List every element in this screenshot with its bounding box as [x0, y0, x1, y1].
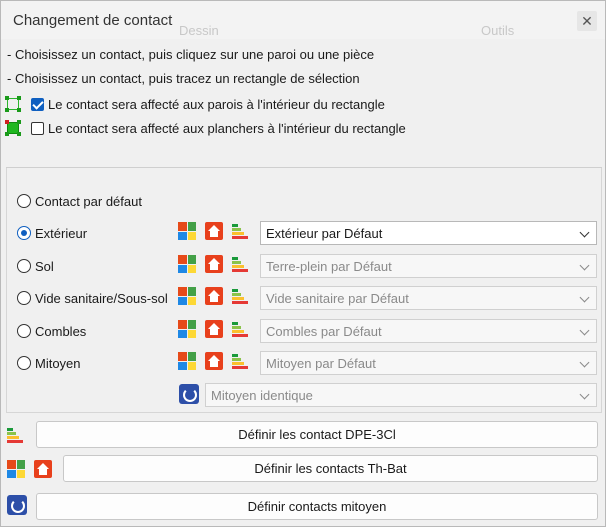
- radio-label: Sol: [35, 258, 54, 274]
- radio-button[interactable]: [17, 194, 31, 208]
- radio-contact-sol[interactable]: Sol: [17, 256, 54, 276]
- select-value: Mitoyen identique: [211, 387, 313, 403]
- dpe-energy-icon: [232, 222, 250, 240]
- mitoyen-icon: [179, 384, 199, 404]
- radio-button[interactable]: [17, 356, 31, 370]
- select-value: Combles par Défaut: [266, 323, 382, 339]
- define-dpe-contacts-button[interactable]: Définir les contact DPE-3Cl: [36, 421, 598, 448]
- radio-button[interactable]: [17, 324, 31, 338]
- chevron-down-icon: [579, 292, 590, 303]
- radio-label: Extérieur: [35, 225, 88, 241]
- dialog-title: Changement de contact: [13, 12, 173, 29]
- rectangle-outline-icon: [5, 96, 21, 112]
- mitoyen-identique-select[interactable]: Mitoyen identique: [205, 383, 597, 407]
- radio-button[interactable]: [17, 259, 31, 273]
- house-icon: [205, 352, 223, 370]
- instruction-line: - Choisissez un contact, puis tracez un …: [7, 71, 360, 86]
- chevron-down-icon: [579, 357, 590, 368]
- thbat-grid-icon: [178, 222, 196, 240]
- selection-option-walls[interactable]: Le contact sera affecté aux parois à l'i…: [5, 94, 385, 114]
- select-value: Terre-plein par Défaut: [266, 258, 392, 274]
- radio-label: Combles: [35, 323, 87, 339]
- radio-contact-mitoyen[interactable]: Mitoyen: [17, 353, 81, 373]
- contact-icons-row: [178, 287, 259, 305]
- thbat-grid-icon: [178, 320, 196, 338]
- dpe-energy-icon: [7, 426, 25, 444]
- house-icon: [205, 222, 223, 240]
- radio-contact-combles[interactable]: Combles: [17, 321, 86, 341]
- select-value: Extérieur par Défaut: [266, 225, 383, 241]
- select-value: Vide sanitaire par Défaut: [266, 290, 409, 306]
- radio-label: Contact par défaut: [35, 193, 142, 209]
- title-bar: Dessin Outils Changement de contact ✕: [1, 1, 605, 39]
- contact-icons-row: [178, 320, 259, 338]
- contact-select-sol[interactable]: Terre-plein par Défaut: [260, 254, 597, 278]
- contact-select-mitoyen[interactable]: Mitoyen par Défaut: [260, 351, 597, 375]
- contact-select-combles[interactable]: Combles par Défaut: [260, 319, 597, 343]
- contact-icons-row: [178, 222, 259, 240]
- thbat-grid-icon: [7, 460, 25, 478]
- thbat-grid-icon: [178, 352, 196, 370]
- define-mitoyen-contacts-button[interactable]: Définir contacts mitoyen: [36, 493, 598, 520]
- chevron-down-icon: [579, 260, 590, 271]
- contact-dialog: Dessin Outils Changement de contact ✕ - …: [0, 0, 606, 527]
- house-icon: [205, 320, 223, 338]
- dpe-energy-icon: [232, 352, 250, 370]
- contact-icons-row: [178, 352, 259, 370]
- select-value: Mitoyen par Défaut: [266, 355, 376, 371]
- floors-checkbox-label: Le contact sera affecté aux planchers à …: [48, 120, 406, 136]
- define-thbat-contacts-button[interactable]: Définir les contacts Th-Bat: [63, 455, 598, 482]
- radio-button[interactable]: [17, 291, 31, 305]
- background-tab: Dessin: [179, 23, 219, 38]
- house-icon: [205, 287, 223, 305]
- chevron-down-icon: [579, 227, 590, 238]
- radio-button[interactable]: [17, 226, 31, 240]
- chevron-down-icon: [579, 389, 590, 400]
- walls-checkbox[interactable]: [31, 97, 44, 111]
- contact-select-exterieur[interactable]: Extérieur par Défaut: [260, 221, 597, 245]
- radio-label: Mitoyen: [35, 355, 81, 371]
- dpe-energy-icon: [232, 255, 250, 273]
- house-icon: [34, 460, 52, 478]
- walls-checkbox-label: Le contact sera affecté aux parois à l'i…: [48, 96, 385, 112]
- contact-icons-row: [178, 255, 259, 273]
- rectangle-filled-icon: [5, 120, 21, 136]
- dpe-energy-icon: [232, 320, 250, 338]
- thbat-grid-icon: [178, 287, 196, 305]
- radio-contact-exterieur[interactable]: Extérieur: [17, 223, 87, 243]
- dpe-energy-icon: [232, 287, 250, 305]
- floors-checkbox[interactable]: [31, 121, 44, 135]
- radio-contact-default[interactable]: Contact par défaut: [17, 191, 142, 211]
- chevron-down-icon: [579, 325, 590, 336]
- background-tab: Outils: [481, 23, 515, 38]
- selection-option-floors[interactable]: Le contact sera affecté aux planchers à …: [5, 118, 406, 138]
- instruction-line: - Choisissez un contact, puis cliquez su…: [7, 47, 375, 62]
- house-icon: [205, 255, 223, 273]
- close-button[interactable]: ✕: [577, 11, 597, 31]
- thbat-grid-icon: [178, 255, 196, 273]
- contact-select-vide-sanitaire[interactable]: Vide sanitaire par Défaut: [260, 286, 597, 310]
- radio-contact-vide-sanitaire[interactable]: Vide sanitaire/Sous-sol: [17, 288, 168, 308]
- close-icon: ✕: [581, 13, 593, 29]
- radio-label: Vide sanitaire/Sous-sol: [35, 290, 168, 306]
- mitoyen-icon: [7, 495, 27, 515]
